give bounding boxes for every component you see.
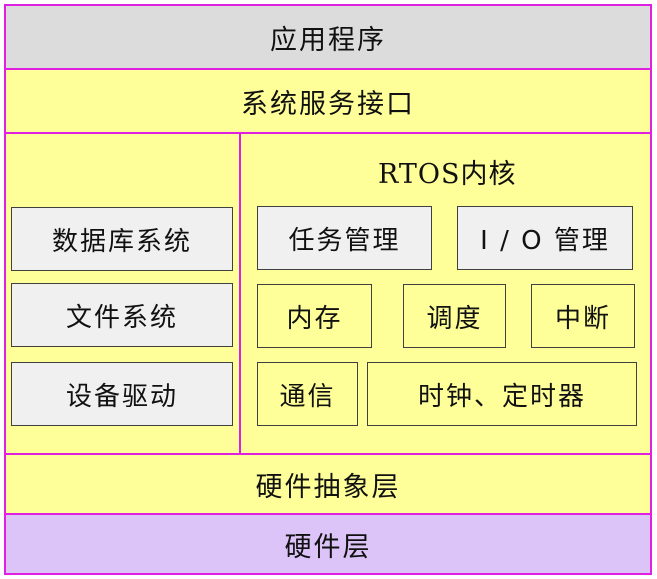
database-system-label: 数据库系统 — [51, 226, 192, 257]
device-driver-label: 设备驱动 — [65, 381, 178, 412]
interrupt-box: 中断 — [531, 284, 635, 348]
database-system-box: 数据库系统 — [11, 207, 233, 271]
task-management-label: 任务管理 — [288, 225, 401, 256]
clock-timer-box: 时钟、定时器 — [367, 362, 637, 426]
file-system-label: 文件系统 — [65, 302, 178, 333]
io-management-box: I / O 管理 — [457, 206, 633, 270]
hardware-abstraction-layer: 硬件抽象层 — [4, 453, 652, 515]
system-service-interface-label: 系统服务接口 — [241, 88, 415, 120]
memory-label: 内存 — [286, 303, 343, 334]
communication-box: 通信 — [257, 362, 358, 426]
task-management-box: 任务管理 — [257, 206, 432, 270]
hardware-layer: 硬件层 — [4, 513, 652, 575]
communication-label: 通信 — [279, 381, 336, 412]
memory-box: 内存 — [257, 284, 372, 348]
hardware-layer-label: 硬件层 — [284, 531, 372, 563]
application-layer: 应用程序 — [4, 4, 652, 70]
device-driver-box: 设备驱动 — [11, 362, 233, 426]
interrupt-label: 中断 — [554, 303, 611, 334]
scheduling-label: 调度 — [426, 303, 483, 334]
hardware-abstraction-label: 硬件抽象层 — [255, 471, 401, 503]
clock-timer-label: 时钟、定时器 — [417, 381, 586, 412]
file-system-box: 文件系统 — [11, 283, 233, 347]
scheduling-box: 调度 — [403, 284, 506, 348]
io-management-label: I / O 管理 — [480, 225, 610, 256]
application-layer-label: 应用程序 — [270, 24, 386, 56]
rtos-kernel-title: RTOS内核 — [378, 159, 517, 190]
system-service-interface-layer: 系统服务接口 — [4, 68, 652, 134]
diagram-canvas: { "colors": { "border_accent": "#e020e0"… — [0, 0, 657, 579]
